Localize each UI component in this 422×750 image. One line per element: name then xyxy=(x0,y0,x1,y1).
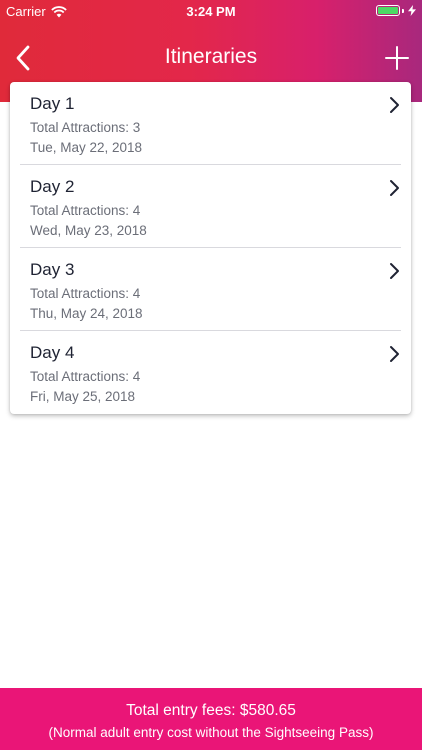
page-title: Itineraries xyxy=(164,45,258,68)
itinerary-day-row[interactable]: Day 2 Total Attractions: 4 Wed, May 23, … xyxy=(10,165,411,248)
day-date: Tue, May 22, 2018 xyxy=(30,140,143,155)
itinerary-day-row[interactable]: Day 1 Total Attractions: 3 Tue, May 22, … xyxy=(10,82,411,165)
chevron-right-icon xyxy=(390,263,399,279)
chevron-right-icon xyxy=(390,346,399,362)
charging-bolt-icon xyxy=(408,5,416,16)
day-attraction-count: Total Attractions: 4 xyxy=(30,286,141,301)
add-itinerary-button[interactable] xyxy=(382,42,412,74)
itinerary-day-row[interactable]: Day 3 Total Attractions: 4 Thu, May 24, … xyxy=(10,248,411,331)
total-entry-fees: Total entry fees: $580.65 xyxy=(126,702,296,719)
chevron-left-icon xyxy=(16,45,30,71)
itinerary-list: Day 1 Total Attractions: 3 Tue, May 22, … xyxy=(10,82,411,414)
day-attraction-count: Total Attractions: 4 xyxy=(30,203,141,218)
entry-fee-note: (Normal adult entry cost without the Sig… xyxy=(48,725,374,740)
plus-icon xyxy=(385,46,409,70)
day-attraction-count: Total Attractions: 3 xyxy=(30,120,141,135)
battery-tip xyxy=(402,8,404,13)
entry-fee-footer: Total entry fees: $580.65 (Normal adult … xyxy=(0,688,422,750)
back-button[interactable] xyxy=(8,42,38,74)
battery-indicator xyxy=(376,5,416,16)
status-time: 3:24 PM xyxy=(186,4,236,19)
day-date: Wed, May 23, 2018 xyxy=(30,223,147,238)
day-title: Day 3 xyxy=(30,260,75,279)
day-title: Day 2 xyxy=(30,177,75,196)
day-date: Thu, May 24, 2018 xyxy=(30,306,143,321)
status-bar: Carrier 3:24 PM xyxy=(0,0,422,22)
navigation-bar: Itineraries xyxy=(0,36,422,80)
day-title: Day 1 xyxy=(30,94,75,113)
day-title: Day 4 xyxy=(30,343,75,362)
day-attraction-count: Total Attractions: 4 xyxy=(30,369,141,384)
chevron-right-icon xyxy=(390,180,399,196)
battery-fill xyxy=(378,7,398,14)
day-date: Fri, May 25, 2018 xyxy=(30,389,136,404)
itinerary-day-row[interactable]: Day 4 Total Attractions: 4 Fri, May 25, … xyxy=(10,331,411,414)
chevron-right-icon xyxy=(390,97,399,113)
battery-icon xyxy=(376,5,400,16)
